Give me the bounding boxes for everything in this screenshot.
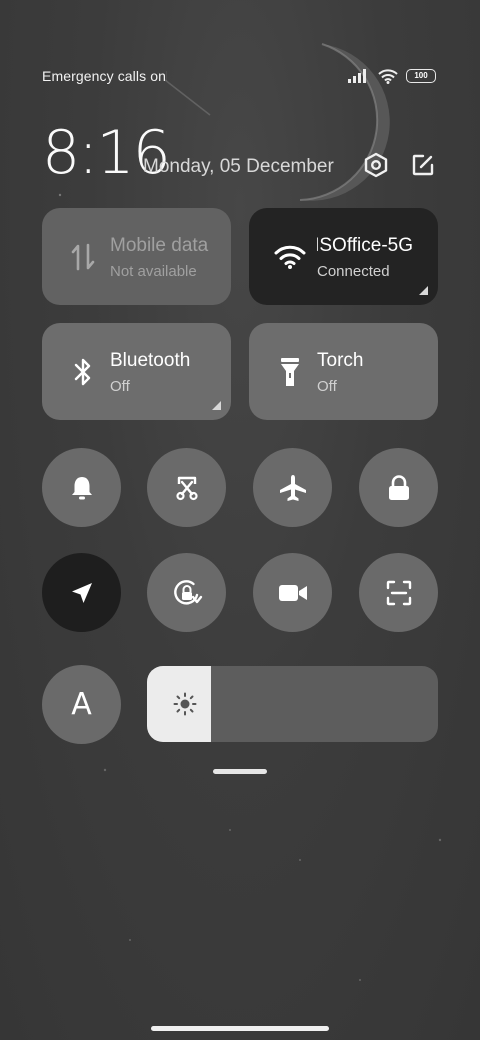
- carrier-status-text: Emergency calls only: [42, 68, 167, 84]
- sun-icon: [173, 692, 197, 716]
- date: Monday, 05 December: [143, 156, 334, 177]
- scanner-icon: [386, 580, 411, 605]
- lock-icon: [388, 474, 409, 500]
- bluetooth-title: Bluetooth: [110, 350, 191, 371]
- torch-title: Torch: [317, 350, 364, 371]
- screenshot-toggle[interactable]: [147, 448, 226, 527]
- wifi-tile[interactable]: DNSOffice-5G Connected: [249, 208, 438, 305]
- mobile-data-title: Mobile data: [110, 235, 209, 256]
- scanner-toggle[interactable]: [359, 553, 438, 632]
- screenshot-icon: [175, 476, 198, 500]
- airplane-mode-toggle[interactable]: [253, 448, 332, 527]
- mute-toggle[interactable]: [42, 448, 121, 527]
- bluetooth-icon: [66, 355, 100, 389]
- bluetooth-status: Off: [110, 378, 130, 395]
- brightness-slider[interactable]: [147, 666, 438, 742]
- airplane-icon: [279, 474, 306, 501]
- battery-icon: 100: [406, 69, 436, 83]
- video-icon: [278, 584, 307, 601]
- signal-icon: [348, 69, 366, 83]
- edit-button[interactable]: [408, 150, 438, 180]
- mobile-data-status: Not available: [110, 263, 197, 280]
- torch-icon: [273, 355, 307, 389]
- lock-screen-toggle[interactable]: [359, 448, 438, 527]
- home-indicator[interactable]: [151, 1026, 329, 1031]
- wifi-network-name: DNSOffice-5G: [317, 235, 413, 256]
- status-icons: 100: [348, 67, 436, 85]
- rotation-lock-toggle[interactable]: [147, 553, 226, 632]
- location-icon: [71, 582, 92, 603]
- drag-handle[interactable]: [213, 769, 267, 774]
- wifi-status: Connected: [317, 263, 390, 280]
- torch-tile[interactable]: Torch Off: [249, 323, 438, 420]
- bluetooth-tile[interactable]: Bluetooth Off: [42, 323, 231, 420]
- edit-icon: [412, 154, 434, 176]
- torch-status: Off: [317, 378, 337, 395]
- mobile-data-tile[interactable]: Mobile data Not available: [42, 208, 231, 305]
- auto-brightness-label: A: [71, 687, 92, 722]
- wifi-expand-icon[interactable]: [419, 286, 428, 295]
- location-toggle[interactable]: [42, 553, 121, 632]
- settings-button[interactable]: [361, 150, 391, 180]
- auto-brightness-toggle[interactable]: A: [42, 665, 121, 744]
- rotation-lock-icon: [173, 579, 202, 604]
- wifi-status-icon: [378, 68, 398, 84]
- video-toggle[interactable]: [253, 553, 332, 632]
- control-center: Emergency calls only 100 8:16 Monday, 05…: [0, 0, 480, 1040]
- wifi-icon: [273, 240, 307, 274]
- settings-icon: [364, 152, 388, 178]
- mobile-data-icon: [66, 240, 100, 274]
- bell-icon: [71, 476, 92, 499]
- bluetooth-expand-icon[interactable]: [212, 401, 221, 410]
